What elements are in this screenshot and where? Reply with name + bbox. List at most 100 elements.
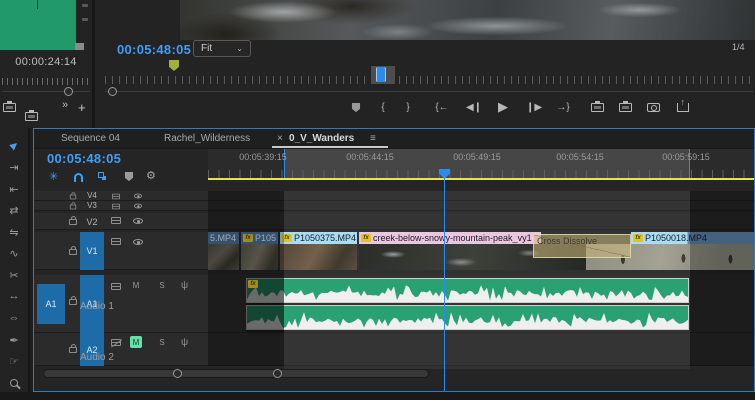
program-monitor-panel: 00:05:48:05 Fit ⌄ 1/4 { } {← ◀❙ ▶ ❙▶ →} (95, 0, 755, 128)
razor-tool[interactable]: ✂ (0, 266, 28, 284)
pen-tool[interactable]: ✒ (0, 331, 28, 349)
program-mini-ruler[interactable] (105, 76, 753, 84)
track-name-v3[interactable]: V3 (80, 201, 104, 210)
go-to-in-button[interactable]: {← (432, 99, 452, 115)
toggle-track-output-eye-icon[interactable] (134, 203, 142, 209)
mute-button-a2[interactable]: M (130, 336, 142, 348)
track-header-v3: V3 (34, 201, 208, 211)
nest-toggle-icon[interactable]: ✳ (49, 170, 58, 183)
cross-dissolve-transition[interactable]: Cross Dissolve (533, 234, 631, 258)
panel-menu-icon[interactable]: ≡ (370, 133, 376, 144)
linked-selection-icon[interactable] (98, 172, 104, 178)
rate-stretch-tool[interactable]: ⇋ (0, 223, 28, 241)
toggle-track-output-eye-icon[interactable] (133, 218, 143, 224)
sync-lock-icon[interactable] (111, 283, 121, 290)
program-video-preview (180, 0, 755, 40)
slip-tool[interactable]: ↔ (0, 287, 28, 305)
zoom-tool[interactable] (0, 374, 28, 392)
ruler-label: 00:05:49:15 (453, 152, 501, 162)
ripple-edit-tool[interactable]: ⇤ (0, 180, 28, 198)
export-frame-button[interactable] (645, 99, 661, 115)
sync-lock-off-icon[interactable] (111, 339, 121, 346)
track-target-v1[interactable]: V1 (80, 232, 104, 270)
step-forward-button[interactable]: ❙▶ (525, 99, 543, 115)
solo-button-a1[interactable]: S (156, 279, 168, 291)
waveform-svg (247, 279, 688, 301)
outside-range-dim-left (208, 191, 284, 366)
solo-button-a2[interactable]: S (156, 336, 168, 348)
active-tab-underline (272, 146, 388, 148)
lock-icon[interactable] (69, 192, 77, 200)
timeline-content: 00:05:39:15 00:05:44:15 00:05:49:15 00:0… (208, 149, 754, 391)
toggle-track-output-eye-icon[interactable] (134, 193, 142, 199)
source-patch-a1[interactable]: A1 (37, 284, 65, 324)
sequence-marker-icon[interactable] (169, 60, 179, 71)
track-name-v2[interactable]: V2 (80, 217, 104, 227)
source-vscroll-mark[interactable] (82, 4, 88, 7)
overwrite-icon[interactable] (25, 110, 38, 121)
snap-magnet-icon[interactable] (74, 173, 83, 182)
timeline-settings-wrench-icon[interactable]: ⚙ (146, 169, 156, 182)
source-vscroll-mark[interactable] (82, 18, 88, 21)
export-button[interactable] (675, 97, 691, 115)
ruler-label: 00:05:54:15 (556, 152, 604, 162)
voiceover-mic-icon[interactable]: ψ (181, 337, 188, 348)
sync-lock-icon[interactable] (111, 217, 121, 224)
toggle-track-output-eye-icon[interactable] (133, 239, 143, 245)
tab-rachel-wilderness[interactable]: Rachel_Wilderness (164, 133, 250, 144)
program-scrollbar[interactable] (105, 91, 753, 92)
tab-close-icon[interactable]: × (277, 133, 283, 144)
program-scrollbar-handle[interactable] (108, 87, 117, 96)
source-scrollbar[interactable] (2, 91, 90, 92)
mark-out-button[interactable]: } (402, 99, 414, 115)
clip-p1050375[interactable]: fx P1050375.MP4 (280, 232, 357, 244)
zoom-scrollbar-handle-left[interactable] (173, 369, 182, 378)
rolling-edit-tool[interactable]: ⇄ (0, 201, 28, 219)
add-marker-button[interactable] (349, 99, 363, 115)
zoom-level-select[interactable]: Fit ⌄ (193, 40, 251, 57)
clip-body[interactable] (280, 244, 357, 270)
lift-button[interactable] (589, 99, 605, 115)
insert-icon[interactable] (3, 101, 16, 112)
lock-icon[interactable] (69, 246, 77, 255)
chevron-down-icon: ⌄ (236, 44, 243, 53)
source-scrollbar-handle[interactable] (64, 87, 73, 96)
mute-button-a1[interactable]: M (130, 279, 142, 291)
tab-0-v-wanders[interactable]: 0_V_Wanders (289, 133, 354, 144)
track-name-v4[interactable]: V4 (80, 191, 104, 200)
source-mini-ruler[interactable] (2, 78, 90, 85)
add-marker-icon[interactable] (124, 171, 134, 182)
play-button[interactable]: ▶ (495, 99, 511, 115)
sync-lock-icon[interactable] (112, 203, 120, 209)
step-back-button[interactable]: ◀❙ (465, 99, 483, 115)
waveform-channel-right (246, 305, 689, 330)
go-to-out-button[interactable]: →} (553, 99, 573, 115)
voiceover-mic-icon[interactable]: ψ (181, 280, 188, 291)
remix-tool[interactable]: ∿ (0, 244, 28, 262)
timeline-zoom-scrollbar[interactable] (43, 369, 429, 378)
timeline-timecode[interactable]: 00:05:48:05 (47, 151, 121, 166)
mark-in-button[interactable]: { (377, 99, 389, 115)
extract-button[interactable] (617, 99, 633, 115)
audio-clip[interactable]: fx (246, 278, 689, 332)
sync-lock-icon[interactable] (112, 193, 120, 199)
slide-tool[interactable]: ⇔ (0, 309, 28, 327)
lock-icon[interactable] (69, 202, 77, 210)
lock-icon[interactable] (69, 344, 77, 353)
program-playhead-handle[interactable] (376, 67, 386, 82)
sync-lock-icon[interactable] (111, 238, 121, 245)
hand-tool[interactable]: ☞ (0, 352, 28, 370)
zoom-scrollbar-handle-right[interactable] (273, 369, 282, 378)
lock-icon[interactable] (69, 296, 77, 305)
add-button[interactable]: + (78, 100, 86, 115)
more-buttons-chevron[interactable]: » (62, 99, 68, 111)
tab-sequence-04[interactable]: Sequence 04 (61, 133, 120, 144)
source-scroll-corner[interactable] (75, 43, 84, 50)
track-select-forward-tool[interactable]: ⇥ (0, 158, 28, 176)
timeline-playhead-line (444, 169, 445, 391)
lock-icon[interactable] (69, 216, 77, 225)
clip-creek-below-snowy-mountain-peak[interactable]: fx creek-below-snowy-mountain-peak_vy1 (359, 232, 541, 244)
ruler-label: 00:05:44:15 (346, 152, 394, 162)
selection-tool[interactable]: ► (0, 136, 28, 154)
playback-resolution-value[interactable]: 1/4 (732, 42, 745, 52)
